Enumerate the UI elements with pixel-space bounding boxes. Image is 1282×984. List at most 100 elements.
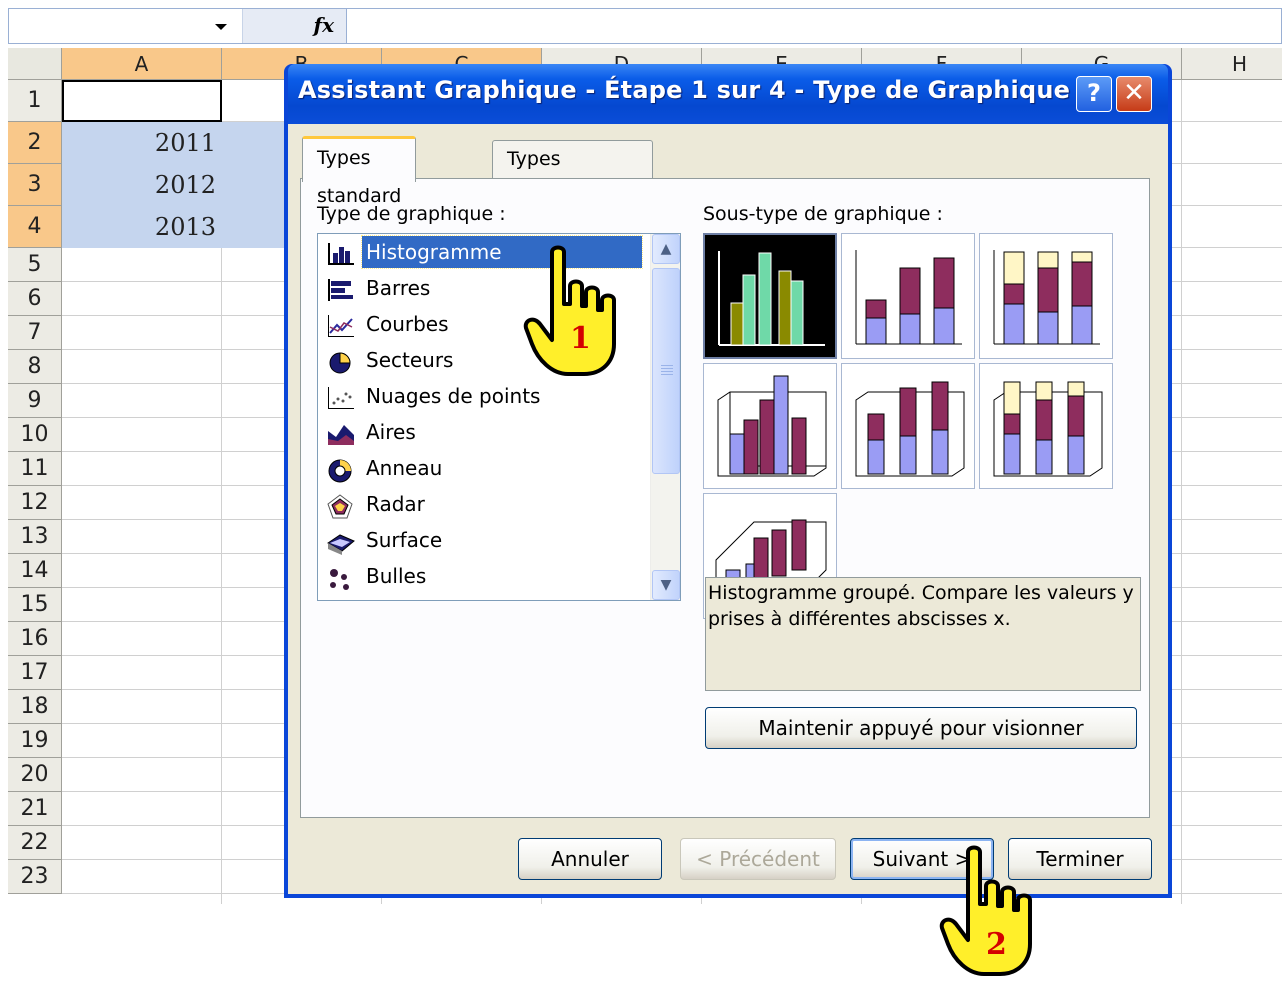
chart-type-item[interactable]: Nuages de points	[322, 380, 642, 414]
line-chart-icon	[326, 313, 356, 339]
scroll-thumb[interactable]	[652, 268, 680, 474]
step2-number: 2	[986, 927, 1007, 962]
row-header[interactable]: 15	[8, 588, 62, 622]
stacked-column-thumbnail	[855, 250, 962, 345]
chart-wizard-dialog: Assistant Graphique - Étape 1 sur 4 - Ty…	[284, 64, 1172, 898]
chart-type-label: Surface	[366, 528, 443, 552]
previous-button[interactable]: < Précédent	[680, 838, 836, 880]
row-header[interactable]: 22	[8, 826, 62, 860]
tab-panel: Type de graphique : Sous-type de graphiq…	[300, 178, 1150, 818]
row-header[interactable]: 7	[8, 316, 62, 350]
list-scrollbar[interactable]: ▲ ▼	[650, 234, 680, 600]
row-header[interactable]: 20	[8, 758, 62, 792]
surface-chart-icon	[326, 529, 356, 555]
stacked-100-column-thumbnail	[993, 250, 1100, 345]
row-header[interactable]: 12	[8, 486, 62, 520]
close-button[interactable]: ✕	[1116, 76, 1152, 112]
3d-stacked-100-column-thumbnail	[993, 381, 1103, 477]
pie-chart-icon	[326, 349, 356, 375]
row-header[interactable]: 16	[8, 622, 62, 656]
row-header[interactable]: 9	[8, 384, 62, 418]
chart-type-label: Radar	[366, 492, 425, 516]
hand-pointer-icon: 1	[523, 245, 616, 376]
name-box-dropdown-icon[interactable]	[199, 9, 243, 43]
cell-b4[interactable]	[222, 206, 292, 248]
row-header[interactable]: 8	[8, 350, 62, 384]
subtype-gallery	[703, 233, 1123, 625]
row-header[interactable]: 18	[8, 690, 62, 724]
scatter-chart-icon	[326, 385, 356, 411]
row-header[interactable]: 1	[8, 80, 62, 122]
chart-type-label: Anneau	[366, 456, 443, 480]
cancel-button[interactable]: Annuler	[518, 838, 662, 880]
hand-pointer-icon: 2	[939, 845, 1032, 976]
row-header[interactable]: 11	[8, 452, 62, 486]
pointer-hand-step1: 1	[522, 244, 634, 385]
help-button[interactable]: ?	[1076, 76, 1112, 112]
formula-bar: fx	[8, 8, 1282, 44]
row-header[interactable]: 3	[8, 164, 62, 206]
row-header[interactable]: 14	[8, 554, 62, 588]
subtype-3d-100pct-stacked-column[interactable]	[979, 363, 1113, 489]
chart-type-label: Secteurs	[366, 348, 454, 372]
chart-type-label: Courbes	[366, 312, 449, 336]
row-header[interactable]: 17	[8, 656, 62, 690]
dialog-client: Types standard Types personnalisés Type …	[288, 124, 1168, 894]
select-all-corner[interactable]	[8, 48, 62, 80]
row-header[interactable]: 21	[8, 792, 62, 826]
chart-type-label: Aires	[366, 420, 416, 444]
scroll-up-icon[interactable]: ▲	[652, 234, 680, 264]
scroll-down-icon[interactable]: ▼	[652, 570, 680, 600]
cell-b2[interactable]	[222, 122, 292, 164]
row-header[interactable]: 23	[8, 860, 62, 894]
tab-custom-types[interactable]: Types personnalisés	[492, 140, 653, 206]
column-header[interactable]: A	[62, 48, 222, 80]
chart-type-label: Barres	[366, 276, 431, 300]
chart-type-item[interactable]: Aires	[322, 416, 642, 450]
cell-b3[interactable]	[222, 164, 292, 206]
doughnut-chart-icon	[326, 457, 356, 483]
bubble-chart-icon	[326, 565, 356, 591]
insert-function-area[interactable]: fx	[243, 9, 347, 43]
radar-chart-icon	[326, 493, 356, 519]
row-header[interactable]: 6	[8, 282, 62, 316]
area-chart-icon	[326, 421, 356, 447]
row-header[interactable]: 2	[8, 122, 62, 164]
dialog-titlebar[interactable]: Assistant Graphique - Étape 1 sur 4 - Ty…	[288, 64, 1168, 124]
chart-type-label: Bulles	[366, 564, 427, 588]
chart-type-item[interactable]: Bulles	[322, 560, 642, 594]
cell-a3[interactable]: 2012	[62, 164, 222, 206]
subtype-3d-clustered-column[interactable]	[703, 363, 837, 489]
row-header[interactable]: 5	[8, 248, 62, 282]
subtype-3d-stacked-column[interactable]	[841, 363, 975, 489]
preview-button[interactable]: Maintenir appuyé pour visionner	[705, 707, 1137, 749]
fx-icon[interactable]: fx	[313, 13, 334, 37]
column-header[interactable]: H	[1182, 48, 1282, 80]
row-header[interactable]: 4	[8, 206, 62, 248]
row-header[interactable]: 19	[8, 724, 62, 758]
subtype-clustered-column[interactable]	[703, 233, 837, 359]
dialog-title: Assistant Graphique - Étape 1 sur 4 - Ty…	[298, 76, 1071, 104]
chart-type-item[interactable]: Surface	[322, 524, 642, 558]
subtype-100pct-stacked-column[interactable]	[979, 233, 1113, 359]
subtype-stacked-column[interactable]	[841, 233, 975, 359]
subtype-description: Histogramme groupé. Compare les valeurs …	[705, 577, 1141, 691]
row-header[interactable]: 10	[8, 418, 62, 452]
clustered-column-thumbnail	[718, 251, 825, 346]
cell-a2[interactable]: 2011	[62, 122, 222, 164]
chart-type-label: Nuages de points	[366, 384, 541, 408]
row-header[interactable]: 13	[8, 520, 62, 554]
tab-standard-types[interactable]: Types standard	[302, 136, 417, 207]
chart-type-item[interactable]: Radar	[322, 488, 642, 522]
bar-chart-icon	[326, 277, 356, 303]
cell-a4[interactable]: 2013	[62, 206, 222, 248]
subtype-label: Sous-type de graphique :	[703, 203, 943, 225]
3d-stacked-column-thumbnail	[855, 381, 965, 477]
cell-a1[interactable]	[62, 80, 222, 122]
chart-type-item[interactable]: Anneau	[322, 452, 642, 486]
pointer-hand-step2: 2	[938, 842, 1050, 984]
step1-number: 1	[570, 321, 591, 356]
name-box[interactable]	[9, 9, 199, 43]
3d-clustered-column-thumbnail	[717, 375, 827, 477]
column-chart-icon	[326, 241, 356, 267]
